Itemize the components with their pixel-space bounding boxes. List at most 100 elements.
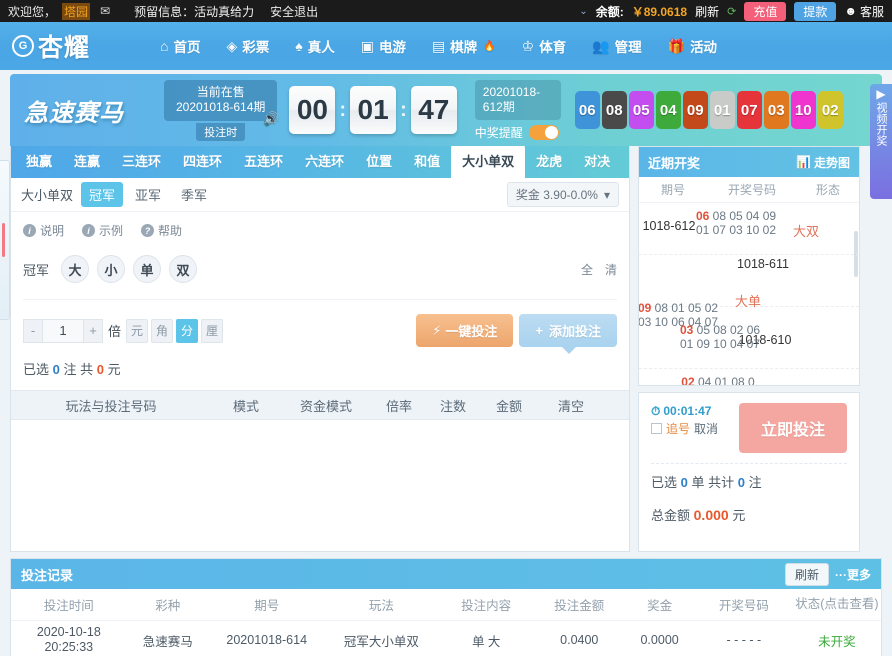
speaker-icon[interactable]: 🔊: [263, 111, 279, 127]
refresh-icon[interactable]: ⟳: [727, 5, 736, 18]
info-icon: i: [23, 224, 36, 237]
clear-link[interactable]: 清: [605, 261, 617, 278]
multiplier-input[interactable]: 1: [43, 318, 83, 343]
cart-col-rate: 倍率: [385, 398, 412, 414]
win-remind-toggle[interactable]: [528, 124, 559, 140]
bet-records-title: 投注记录: [21, 567, 74, 583]
multiplier-decrement[interactable]: -: [23, 318, 43, 343]
main-navbar: G 杏耀 ⌂ 首页 ◈ 彩票 ♠ 真人 ▣ 电游 ▤ 棋牌 🔥 ♔ 体育 👥 管…: [0, 22, 892, 70]
nav-item-home[interactable]: ⌂ 首页: [160, 36, 200, 56]
option-even[interactable]: 双: [169, 255, 198, 283]
recent-draws-header: 近期开奖 📊 走势图: [639, 147, 859, 177]
trend-chart-link[interactable]: 📊 走势图: [796, 154, 850, 171]
recharge-button[interactable]: 充值: [744, 1, 787, 21]
chase-label[interactable]: 追号: [666, 420, 690, 437]
example-link[interactable]: i 示例: [82, 222, 123, 239]
play-tab-3[interactable]: 三连环: [111, 144, 172, 178]
lightning-icon: ⚡: [432, 322, 442, 338]
play-tab-10[interactable]: 龙虎: [525, 144, 573, 178]
refresh-balance-link[interactable]: 刷新: [695, 3, 719, 20]
win-remind-row[interactable]: 中奖提醒: [475, 124, 561, 141]
help-link[interactable]: ? 帮助: [141, 222, 182, 239]
cancel-link[interactable]: 取消: [694, 420, 718, 437]
status-badge[interactable]: 未开奖: [793, 631, 881, 650]
live-icon: ♠: [295, 38, 303, 54]
play-tab-9[interactable]: 大小单双: [451, 144, 526, 178]
unit-li[interactable]: 厘: [201, 318, 224, 343]
prize-rate-dropdown[interactable]: 奖金 3.90-0.0% ▾: [506, 182, 619, 207]
play-tab-7[interactable]: 位置: [355, 144, 403, 178]
video-draw-tab[interactable]: ▶ 视频开奖: [870, 84, 892, 199]
subtab-third[interactable]: 季军: [173, 182, 215, 207]
play-tab-1[interactable]: 独赢: [15, 144, 63, 178]
mail-icon[interactable]: ✉: [100, 4, 110, 18]
video-draw-label: 视频开奖: [875, 102, 887, 146]
win-remind-label: 中奖提醒: [474, 125, 523, 140]
recent-draw-row[interactable]: 1018-610 03 05 08 02 06 01 09 10 04 07: [639, 319, 859, 369]
left-collapse-tab[interactable]: [0, 160, 10, 320]
current-issue-label: 当前在售: [196, 84, 245, 99]
option-odd[interactable]: 单: [133, 255, 162, 283]
customer-service-link[interactable]: ☻ 客服: [844, 3, 884, 20]
multiplier-stepper: - 1 +: [23, 318, 103, 343]
trend-chart-label: 走势图: [813, 155, 850, 170]
nav-item-game[interactable]: ▣ 电游: [361, 36, 406, 56]
chase-checkbox[interactable]: [651, 423, 662, 434]
play-tab-5[interactable]: 五连环: [233, 144, 294, 178]
option-small[interactable]: 小: [97, 255, 126, 283]
chevron-down-icon[interactable]: ⌄: [579, 6, 587, 17]
recent-draw-row[interactable]: 02 04 01 08 0: [639, 371, 859, 385]
play-tab-8[interactable]: 和值: [403, 144, 451, 178]
nav-item-sports[interactable]: ♔ 体育: [522, 36, 567, 56]
unit-fen[interactable]: 分: [176, 318, 199, 343]
nav-item-live[interactable]: ♠ 真人: [295, 36, 334, 56]
records-more-link[interactable]: ···更多: [835, 566, 871, 583]
play-tab-6[interactable]: 六连环: [294, 144, 355, 178]
recent-draws-columns: 期号 开奖号码 形态: [639, 177, 859, 203]
selection-mid: 注 共: [63, 362, 94, 377]
rec-cell-amount: 0.0400: [560, 633, 599, 647]
select-all-link[interactable]: 全: [581, 261, 593, 278]
draw-ball-9: 10: [790, 91, 816, 129]
table-row[interactable]: 2020-10-18 20:25:33 急速赛马 20201018-614 冠军…: [11, 621, 881, 656]
recent-draw-row[interactable]: 1018-612 06 08 05 04 09 01 07 03 10 02 大双: [639, 205, 859, 255]
username-label: 塔园: [62, 2, 91, 20]
unit-yuan[interactable]: 元: [126, 318, 149, 343]
unit-jiao[interactable]: 角: [151, 318, 174, 343]
play-tab-4[interactable]: 四连环: [172, 144, 233, 178]
nav-item-lottery[interactable]: ◈ 彩票: [226, 36, 269, 56]
multiplier-increment[interactable]: +: [83, 318, 103, 343]
multiplier-row: - 1 + 倍 元 角 分 厘 ⚡ 一键投注 + 添加投注: [23, 314, 617, 354]
nav-item-manage[interactable]: 👥 管理: [592, 36, 641, 56]
plus-icon: +: [535, 323, 543, 338]
nav-item-activity[interactable]: 🎁 活动: [668, 36, 717, 56]
logout-link[interactable]: 安全退出: [270, 3, 318, 20]
rec-col-amount: 投注金额: [554, 599, 605, 613]
recent-draw-row[interactable]: 1018-611 09 08 01 05 02 03 10 06 04 07 大单: [639, 257, 859, 329]
cart-col-clear[interactable]: 清空: [539, 396, 603, 415]
bet-total-line: 总金额 0.000 元: [651, 505, 847, 524]
option-big[interactable]: 大: [61, 255, 90, 283]
withdraw-button[interactable]: 提款: [794, 1, 837, 21]
subtab-runnerup[interactable]: 亚军: [127, 182, 169, 207]
site-logo[interactable]: G 杏耀: [12, 28, 90, 64]
cart-col-mode: 模式: [232, 398, 259, 414]
bet-count-suffix: 注: [748, 475, 762, 490]
records-refresh-button[interactable]: 刷新: [784, 562, 829, 586]
activity-icon: 🎁: [667, 37, 686, 54]
recent-col-numbers: 开奖号码: [727, 183, 776, 197]
subtab-champion[interactable]: 冠军: [81, 182, 124, 207]
nav-item-chess[interactable]: ▤ 棋牌 🔥: [432, 36, 496, 56]
bet-now-button[interactable]: 立即投注: [739, 403, 847, 453]
bet-total-unit: 元: [732, 508, 746, 523]
play-tab-2[interactable]: 连赢: [63, 144, 111, 178]
rec-col-time: 投注时间: [43, 599, 94, 613]
rec-cell-play: 冠军大小单双: [343, 634, 419, 649]
play-tab-11[interactable]: 对决: [573, 144, 621, 178]
one-key-bet-button[interactable]: ⚡ 一键投注: [416, 314, 514, 347]
one-key-bet-label: 一键投注: [445, 324, 498, 339]
bet-total-value: 0.000: [693, 507, 729, 523]
selection-prefix: 已选: [23, 362, 50, 377]
add-bet-button[interactable]: + 添加投注: [519, 314, 617, 354]
instructions-link[interactable]: i 说明: [23, 222, 64, 239]
